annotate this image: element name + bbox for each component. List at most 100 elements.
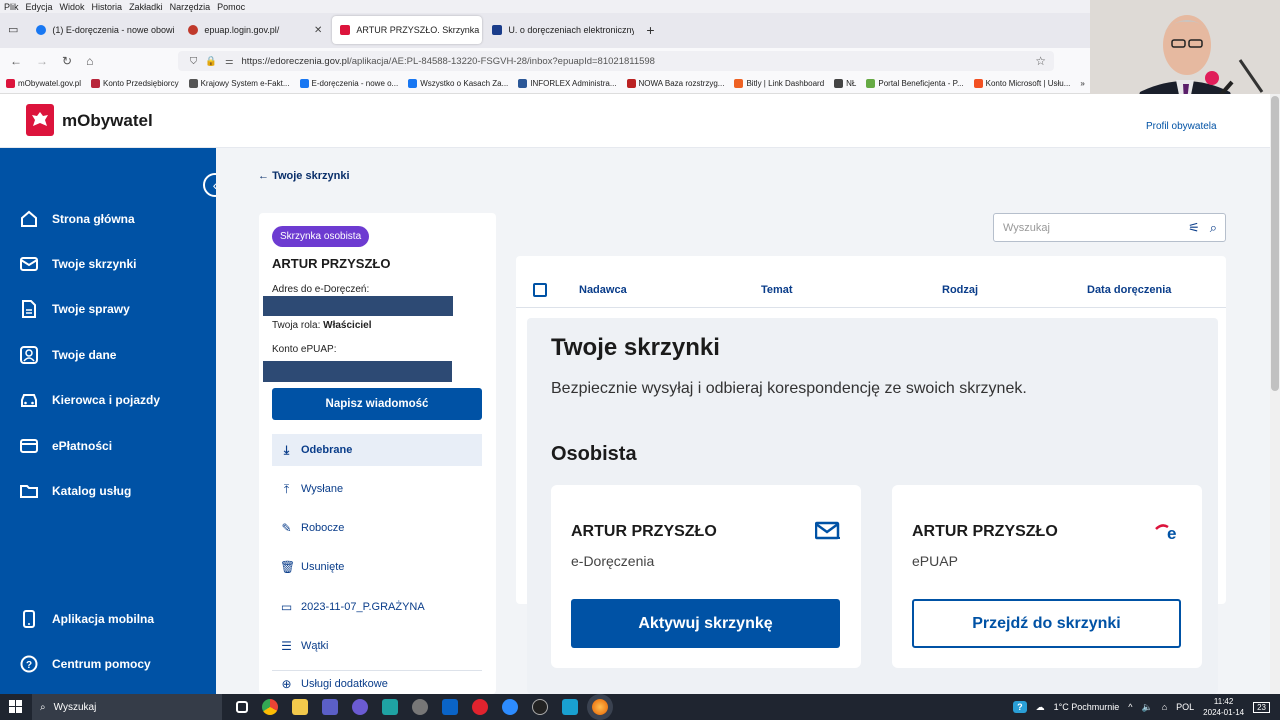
volume-icon[interactable]: 🔈	[1142, 702, 1153, 713]
taskbar-search-box[interactable]: ⌕ Wyszukaj	[32, 694, 222, 720]
sidebar-item-vehicles[interactable]: Kierowca i pojazdy	[20, 391, 160, 409]
close-tab-icon[interactable]: ✕	[314, 25, 322, 36]
more-bookmarks-chevron-icon[interactable]: »	[1080, 79, 1084, 88]
bookmark-item[interactable]: NOWA Baza rozstrzyg...	[626, 79, 724, 88]
column-subject[interactable]: Temat	[761, 284, 793, 296]
notifications-icon[interactable]: 23	[1253, 701, 1270, 713]
folder-sent[interactable]: ⤒ Wysłane	[272, 473, 482, 505]
bookmark-item[interactable]: Konto Przedsiębiorcy	[91, 79, 179, 88]
folder-custom[interactable]: ▭ 2023-11-07_P.GRAŻYNA	[272, 591, 482, 623]
sidebar-item-mobile-app[interactable]: Aplikacja mobilna	[20, 610, 154, 628]
facebook-icon	[36, 25, 47, 35]
app-icon[interactable]	[382, 699, 398, 715]
mobywatel-favicon-icon	[340, 25, 351, 35]
tab-overview-icon[interactable]: ▭	[8, 23, 18, 36]
sidebar-item-payments[interactable]: ePłatności	[20, 437, 112, 455]
home-icon[interactable]: ⌂	[86, 54, 93, 68]
bookmark-item[interactable]: Wszystko o Kasach Za...	[408, 79, 508, 88]
bookmark-item[interactable]: mObywatel.gov.pl	[6, 79, 81, 88]
file-explorer-icon[interactable]	[292, 699, 308, 715]
bookmark-item[interactable]: NŁ	[834, 79, 856, 88]
sidebar-item-mailboxes[interactable]: Twoje skrzynki	[20, 255, 136, 273]
bookmark-item[interactable]: INFORLEX Administra...	[518, 79, 617, 88]
clock[interactable]: 11:42 2024-01-14	[1203, 696, 1244, 718]
menu-tools[interactable]: Narzędzia	[170, 2, 211, 12]
bookmark-item[interactable]: Portal Beneficjenta - P...	[866, 79, 964, 88]
profile-link[interactable]: Profil obywatela	[1146, 121, 1217, 132]
reload-icon[interactable]: ↻	[62, 54, 72, 68]
bookmark-favicon-icon	[866, 79, 876, 88]
teams-icon[interactable]	[322, 699, 338, 715]
back-arrow-icon[interactable]: ←	[10, 54, 22, 68]
go-to-mailbox-button[interactable]: Przejdź do skrzynki	[912, 599, 1181, 648]
app-icon[interactable]	[352, 699, 368, 715]
browser-tab-epuap[interactable]: epuap.login.gov.pl/✕	[180, 16, 330, 44]
chrome-icon[interactable]	[262, 699, 278, 715]
column-type[interactable]: Rodzaj	[942, 284, 978, 296]
browser-tab-ustawa[interactable]: U. o doręczeniach elektroniczny✕	[484, 16, 634, 44]
chevron-up-icon[interactable]: ^	[1128, 702, 1132, 712]
windows-start-icon[interactable]	[9, 700, 22, 713]
outlook-icon[interactable]	[442, 699, 458, 715]
document-icon	[22, 300, 36, 318]
address-bar[interactable]: ⛉ 🔒 ⚌ https://edoreczenia.gov.pl/aplikac…	[178, 51, 1054, 71]
shield-icon: ⛉	[190, 55, 198, 67]
bookmark-item[interactable]: Bitly | Link Dashboard	[734, 79, 824, 88]
menu-history[interactable]: Historia	[92, 2, 123, 12]
search-icon: ⌕	[40, 701, 46, 713]
menu-help[interactable]: Pomoc	[217, 2, 245, 12]
app-icon[interactable]	[532, 699, 548, 715]
scrollbar-thumb[interactable]	[1271, 96, 1279, 391]
external-link-icon: ⊕	[281, 678, 292, 691]
folder-drafts[interactable]: ✎ Robocze	[272, 512, 482, 544]
additional-services-link[interactable]: ⊕ Usługi dodatkowe	[272, 678, 482, 694]
menu-view[interactable]: Widok	[60, 2, 85, 12]
forward-arrow-icon[interactable]: →	[36, 54, 48, 68]
polish-eagle-logo-icon[interactable]	[26, 104, 54, 136]
filter-sliders-icon[interactable]: ⚟	[1188, 220, 1200, 236]
firefox-icon[interactable]	[592, 699, 608, 715]
sidebar-item-home[interactable]: Strona główna	[20, 210, 135, 228]
bookmark-item[interactable]: E-doręczenia - nowe o...	[299, 79, 398, 88]
browser-tab-skrzynka[interactable]: ARTUR PRZYSZŁO. Skrzynka oso✕	[332, 16, 483, 44]
write-message-button[interactable]: Napisz wiadomość	[272, 388, 482, 420]
folder-inbox[interactable]: ⤓ Odebrane	[272, 434, 482, 466]
language-indicator[interactable]: POL	[1176, 702, 1194, 712]
weather-text[interactable]: 1°C Pochmurnie	[1054, 702, 1120, 712]
menu-file[interactable]: Plik	[4, 2, 19, 12]
app-icon[interactable]	[412, 699, 428, 715]
epuap-favicon-icon	[188, 25, 199, 35]
help-tray-icon[interactable]: ?	[1013, 701, 1027, 713]
sidebar-item-cases[interactable]: Twoje sprawy	[20, 300, 130, 318]
activate-mailbox-button[interactable]: Aktywuj skrzynkę	[571, 599, 840, 648]
network-icon[interactable]: ⌂	[1162, 702, 1167, 712]
cloud-icon: ☁	[1035, 701, 1045, 712]
menu-bookmarks[interactable]: Zakładki	[129, 2, 163, 12]
folder-icon	[20, 485, 38, 498]
zoom-icon[interactable]	[502, 699, 518, 715]
back-to-mailboxes-link[interactable]: ← Twoje skrzynki	[258, 170, 350, 182]
browser-tab-facebook[interactable]: (1) E-doręczenia - nowe obowi✕	[28, 16, 178, 44]
sidebar-item-data[interactable]: Twoje dane	[20, 346, 116, 364]
select-all-checkbox[interactable]	[533, 283, 547, 297]
app-icon[interactable]	[562, 699, 578, 715]
search-icon[interactable]: ⌕	[1210, 220, 1217, 236]
sidebar-item-catalog[interactable]: Katalog usług	[20, 482, 131, 500]
bookmark-item[interactable]: Krajowy System e-Fakt...	[188, 79, 290, 88]
column-delivery-date[interactable]: Data doręczenia	[1087, 284, 1171, 296]
menu-edit[interactable]: Edycja	[26, 2, 53, 12]
folder-threads[interactable]: ☰ Wątki	[272, 630, 482, 662]
opera-icon[interactable]	[472, 699, 488, 715]
brand-name[interactable]: mObywatel	[62, 111, 153, 131]
card-owner-name: ARTUR PRZYSZŁO	[571, 523, 717, 540]
page-scrollbar[interactable]	[1270, 94, 1280, 694]
column-sender[interactable]: Nadawca	[579, 284, 627, 296]
folder-deleted[interactable]: 🗑 Usunięte	[272, 551, 482, 583]
bookmarks-bar: mObywatel.gov.pl Konto Przedsiębiorcy Kr…	[0, 74, 1090, 94]
search-input[interactable]: Wyszukaj ⚟ ⌕	[993, 213, 1226, 242]
new-tab-button[interactable]: +	[646, 22, 654, 38]
bookmark-star-icon[interactable]: ☆	[1035, 54, 1046, 68]
bookmark-item[interactable]: Konto Microsoft | Usłu...	[973, 79, 1070, 88]
task-view-icon[interactable]	[236, 701, 248, 713]
sidebar-item-help[interactable]: ? Centrum pomocy	[20, 655, 151, 673]
